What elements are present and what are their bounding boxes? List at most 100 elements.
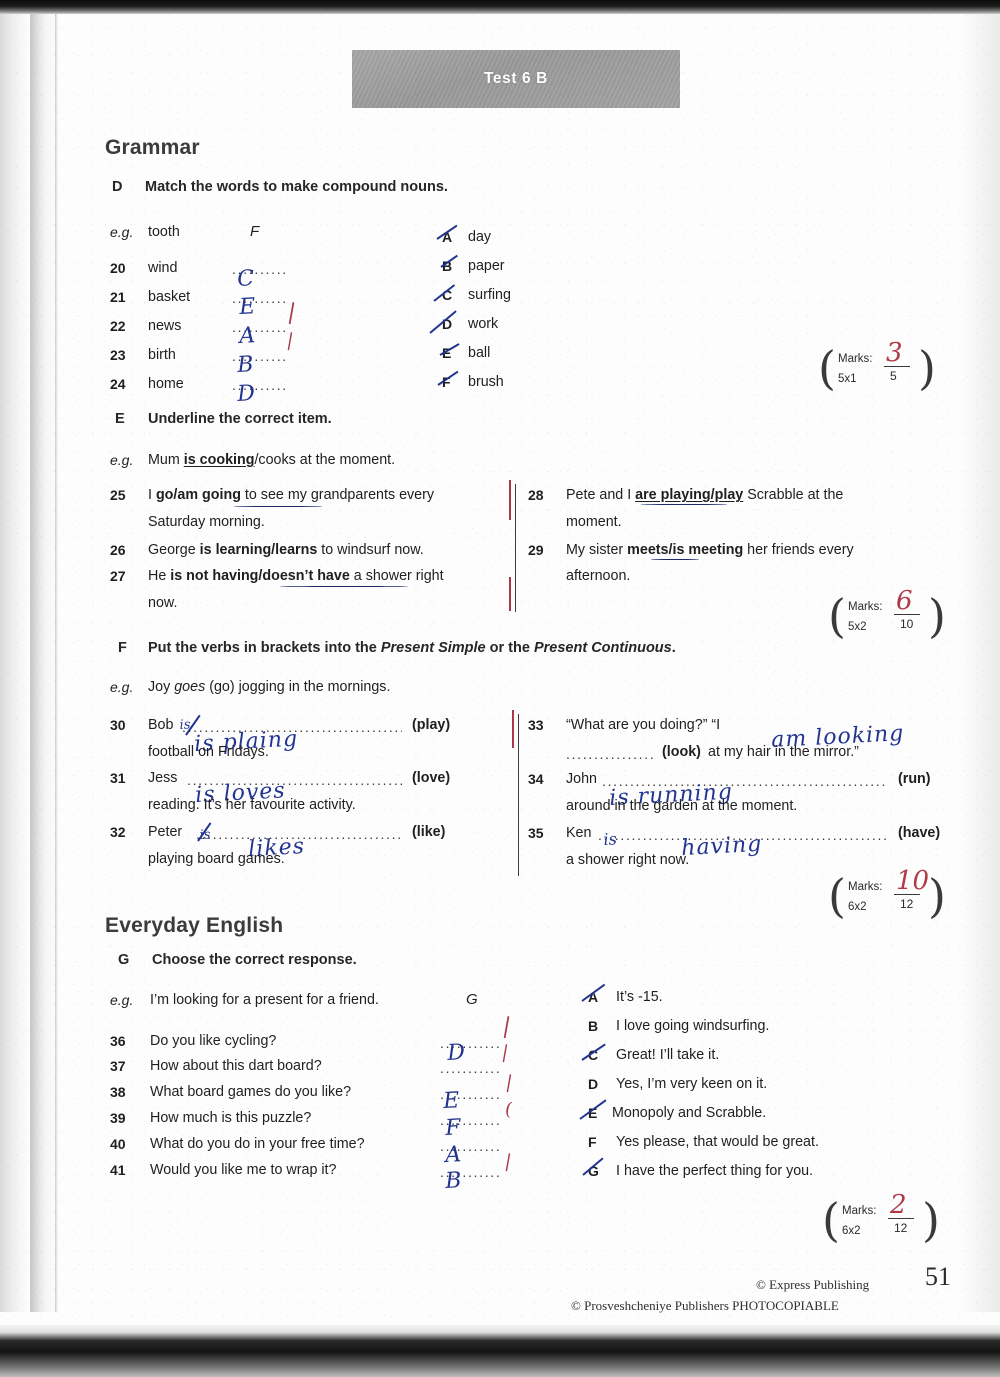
- item-number: 24: [110, 376, 126, 392]
- marks-box-d: ( ) Marks: 5x1 5 3: [818, 338, 936, 398]
- handwritten-answer: E: [238, 294, 258, 320]
- marks-box-g: ( ) Marks: 6x2 12 2: [822, 1190, 940, 1250]
- teacher-tick: |: [500, 1013, 513, 1040]
- item-number: 36: [110, 1033, 126, 1049]
- exercise-d-eg-word: tooth: [148, 224, 180, 240]
- item-subject: John: [566, 771, 598, 787]
- item-word: birth: [148, 347, 176, 363]
- exercise-g-eg-text: I’m looking for a present for a friend.: [150, 992, 379, 1008]
- handwritten-answer: A: [238, 323, 257, 349]
- marks-score: 10: [896, 866, 930, 896]
- item-number: 22: [110, 318, 126, 334]
- item-text: Pete and I are playing/play Scrabble at …: [566, 487, 844, 503]
- item-number: 29: [528, 542, 544, 558]
- response-text: Yes please, that would be great.: [616, 1134, 819, 1150]
- marks-label: Marks:: [838, 353, 873, 365]
- item-text-line2: Saturday morning.: [148, 514, 265, 530]
- verb-hint: (run): [898, 771, 931, 787]
- exercise-e-letter: E: [115, 411, 125, 427]
- marks-total: 5: [890, 369, 897, 383]
- item-number: 28: [528, 487, 544, 503]
- item-number: 39: [110, 1110, 126, 1126]
- response-text: I have the perfect thing for you.: [616, 1163, 814, 1179]
- item-word: home: [148, 376, 184, 392]
- exercise-e-rubric: Underline the correct item.: [148, 411, 332, 427]
- item-text-line2: around in the garden at the moment.: [566, 798, 798, 814]
- question-text: What do you do in your free time?: [150, 1136, 365, 1152]
- marks-total: 12: [894, 1221, 908, 1235]
- item-text: I go/am going to see my grandparents eve…: [148, 487, 435, 503]
- item-number: 20: [110, 260, 126, 276]
- question-text: Do you like cycling?: [150, 1033, 277, 1049]
- verb-hint: (play): [412, 717, 451, 733]
- question-text: How about this dart board?: [150, 1058, 322, 1074]
- marks-multiplier: 6x2: [842, 1225, 861, 1237]
- column-divider-red: [509, 480, 511, 520]
- column-divider: [515, 484, 516, 612]
- scan-top-band: [0, 0, 1000, 14]
- item-number: 21: [110, 289, 126, 305]
- option-word: brush: [468, 374, 504, 390]
- test-title-banner: Test 6 B: [352, 50, 680, 108]
- item-text-line2: afternoon.: [566, 568, 631, 584]
- option-word: surfing: [468, 287, 511, 303]
- marks-box-e: ( ) Marks: 5x2 10 6: [828, 586, 946, 646]
- student-underline: [234, 506, 322, 507]
- test-title: Test 6 B: [484, 70, 548, 87]
- scan-bottom-band: [0, 1325, 1000, 1377]
- paren-left: (: [828, 869, 846, 923]
- exercise-g-eg-label: e.g.: [110, 992, 134, 1008]
- item-number: 40: [110, 1136, 126, 1152]
- exercise-d-eg-answer: F: [250, 223, 260, 240]
- option-word: work: [468, 316, 499, 332]
- item-number: 31: [110, 770, 126, 786]
- marks-score: 6: [896, 586, 913, 616]
- student-underline: [651, 559, 699, 560]
- item-text-line2: at my hair in the mirror.”: [708, 744, 859, 760]
- item-text: George is learning/learns to windsurf no…: [148, 542, 424, 558]
- student-underline: [280, 586, 408, 587]
- handwritten-answer: B: [236, 352, 256, 378]
- paren-right: ): [922, 1193, 940, 1247]
- item-number: 38: [110, 1084, 126, 1100]
- exercise-e-eg-text: Mum is cooking/cooks at the moment.: [148, 452, 396, 468]
- exercise-g-rubric: Choose the correct response.: [152, 952, 357, 968]
- paren-right: ): [928, 869, 946, 923]
- item-number: 41: [110, 1162, 126, 1178]
- handwritten-answer: D: [236, 381, 257, 407]
- item-number: 34: [528, 771, 544, 787]
- item-text-line2: a shower right now.: [566, 852, 690, 868]
- handwritten-answer-extra: is: [603, 829, 618, 849]
- item-number: 37: [110, 1058, 126, 1074]
- marks-box-f: ( ) Marks: 6x2 12 10: [828, 866, 946, 926]
- option-word: ball: [468, 345, 491, 361]
- handwritten-answer: B: [444, 1168, 464, 1194]
- grammar-section-heading: Grammar: [105, 136, 200, 159]
- marks-label: Marks:: [842, 1205, 877, 1217]
- item-number: 23: [110, 347, 126, 363]
- answer-blank[interactable]: ................: [566, 746, 656, 762]
- option-word: paper: [468, 258, 505, 274]
- question-text: How much is this puzzle?: [150, 1110, 312, 1126]
- item-text: He is not having/doesn’t have a shower r…: [148, 568, 444, 584]
- exercise-g-eg-answer: G: [466, 991, 478, 1008]
- verb-hint: (have): [898, 825, 941, 841]
- page-number: 51: [925, 1262, 951, 1291]
- answer-blank[interactable]: ...........: [440, 1060, 502, 1076]
- response-text: It’s -15.: [616, 989, 663, 1005]
- paren-left: (: [822, 1193, 840, 1247]
- paren-left: (: [828, 589, 846, 643]
- item-text-line2: playing board games.: [148, 851, 285, 867]
- item-text: My sister meets/is meeting her friends e…: [566, 542, 854, 558]
- response-text: I love going windsurfing.: [616, 1018, 770, 1034]
- item-text-line2: now.: [148, 595, 178, 611]
- item-word: news: [148, 318, 182, 334]
- item-subject: Peter: [148, 824, 183, 840]
- column-divider-red: [509, 577, 511, 611]
- item-text-line2: football on Fridays.: [148, 744, 269, 760]
- paren-right: ): [918, 341, 936, 395]
- item-subject: Ken: [566, 825, 592, 841]
- paren-left: (: [818, 341, 836, 395]
- column-divider: [518, 714, 519, 876]
- handwritten-answer: having: [680, 831, 763, 861]
